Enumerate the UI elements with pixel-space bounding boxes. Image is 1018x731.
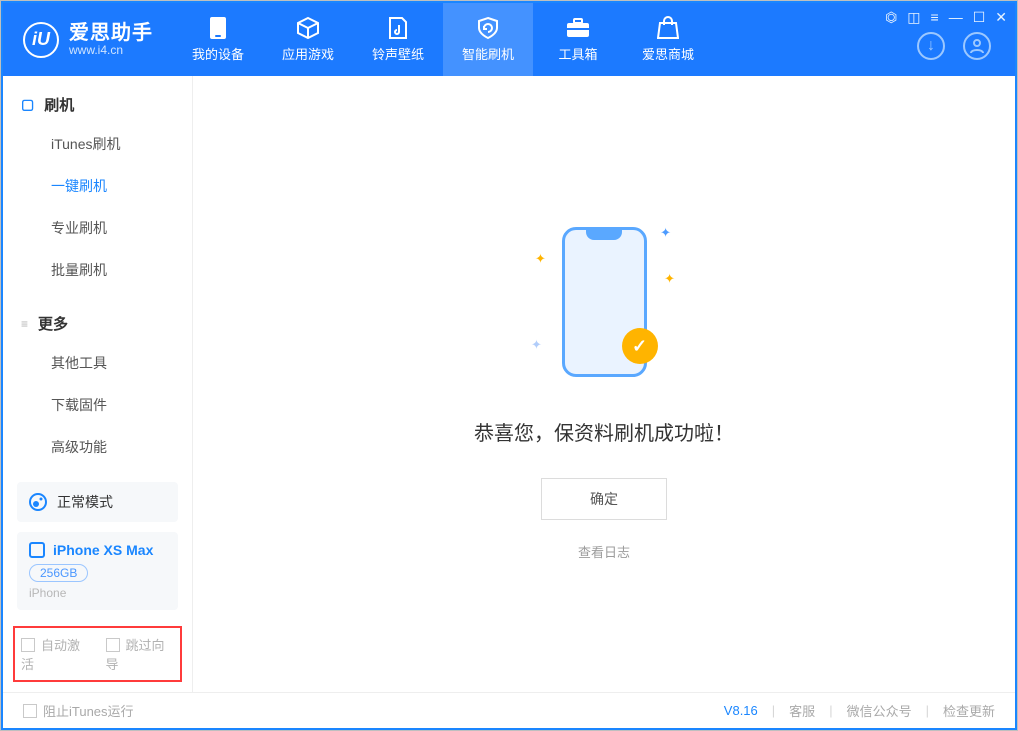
nav-ringtone-wallpaper[interactable]: 铃声壁纸: [353, 3, 443, 76]
lock-icon[interactable]: ◫: [907, 9, 920, 26]
success-message: 恭喜您，保资料刷机成功啦！: [474, 417, 734, 446]
logo-area: iU 爱思助手 www.i4.cn: [3, 22, 173, 58]
nav-label: 爱思商城: [642, 44, 694, 63]
device-type: iPhone: [29, 586, 166, 600]
version-label: V8.16: [724, 703, 758, 718]
sidebar-item-advanced[interactable]: 高级功能: [3, 426, 192, 468]
sidebar-item-oneclick-flash[interactable]: 一键刷机: [3, 165, 192, 207]
checkbox-icon: [23, 704, 37, 718]
mode-label: 正常模式: [57, 492, 113, 512]
check-update-link[interactable]: 检查更新: [943, 701, 995, 720]
sidebar-item-other-tools[interactable]: 其他工具: [3, 342, 192, 384]
status-bar: 阻止iTunes运行 V8.16 | 客服 | 微信公众号 | 检查更新: [3, 692, 1015, 728]
nav-apps-games[interactable]: 应用游戏: [263, 3, 353, 76]
menu-icon[interactable]: ≡: [931, 9, 939, 26]
phone-icon: [29, 542, 45, 558]
device-card[interactable]: iPhone XS Max 256GB iPhone: [17, 532, 178, 610]
checkmark-badge-icon: ✓: [622, 328, 658, 364]
sidebar-item-pro-flash[interactable]: 专业刷机: [3, 207, 192, 249]
cube-icon: [295, 16, 321, 40]
phone-illustration: ✦ ✦ ✦ ✦ ✓: [529, 207, 679, 397]
mode-card[interactable]: 正常模式: [17, 482, 178, 522]
device-name: iPhone XS Max: [53, 542, 153, 558]
nav-label: 工具箱: [558, 44, 597, 63]
sidebar-item-itunes-flash[interactable]: iTunes刷机: [3, 123, 192, 165]
nav-store[interactable]: 爱思商城: [623, 3, 713, 76]
separator: |: [772, 703, 775, 718]
maximize-icon[interactable]: ☐: [973, 9, 986, 26]
main-content: ✦ ✦ ✦ ✦ ✓ 恭喜您，保资料刷机成功啦！ 确定 查看日志: [193, 76, 1015, 692]
checkbox-icon: [21, 638, 35, 652]
nav-my-device[interactable]: 我的设备: [173, 3, 263, 76]
sidebar-item-download-firmware[interactable]: 下载固件: [3, 384, 192, 426]
support-link[interactable]: 客服: [789, 701, 815, 720]
header-right-icons: ↓: [917, 32, 991, 60]
list-icon: ≡: [21, 317, 28, 331]
nav-label: 智能刷机: [462, 44, 514, 63]
storage-badge: 256GB: [29, 564, 88, 582]
section-title: 更多: [38, 313, 68, 334]
nav-toolbox[interactable]: 工具箱: [533, 3, 623, 76]
minimize-icon[interactable]: —: [949, 9, 963, 26]
user-icon[interactable]: [963, 32, 991, 60]
section-title: 刷机: [44, 94, 74, 115]
nav-smart-flash[interactable]: 智能刷机: [443, 3, 533, 76]
sparkle-icon: ✦: [664, 271, 675, 287]
checkbox-auto-activate[interactable]: 自动激活: [21, 635, 90, 673]
nav-label: 我的设备: [192, 44, 244, 63]
mode-status-icon: [29, 493, 47, 511]
app-title: 爱思助手: [69, 22, 153, 44]
app-domain: www.i4.cn: [69, 44, 153, 57]
separator: |: [926, 703, 929, 718]
view-log-link[interactable]: 查看日志: [578, 542, 630, 561]
close-icon[interactable]: ✕: [995, 9, 1007, 26]
checkbox-skip-guide[interactable]: 跳过向导: [106, 635, 175, 673]
sidebar-section-flash: ▢ 刷机: [3, 94, 192, 123]
app-logo-icon: iU: [23, 22, 59, 58]
shopping-bag-icon: [655, 16, 681, 40]
nav-label: 铃声壁纸: [372, 44, 424, 63]
toolbox-icon: [565, 16, 591, 40]
music-file-icon: [385, 16, 411, 40]
refresh-shield-icon: [475, 16, 501, 40]
download-icon[interactable]: ↓: [917, 32, 945, 60]
nav-label: 应用游戏: [282, 44, 334, 63]
shirt-icon[interactable]: ⏣: [885, 9, 897, 26]
title-bar: iU 爱思助手 www.i4.cn 我的设备 应用游戏 铃声壁纸 智能刷机: [3, 3, 1015, 76]
checkbox-icon: [106, 638, 120, 652]
sidebar-item-batch-flash[interactable]: 批量刷机: [3, 249, 192, 291]
sparkle-icon: ✦: [660, 225, 671, 241]
sparkle-icon: ✦: [531, 337, 542, 353]
wechat-link[interactable]: 微信公众号: [847, 701, 912, 720]
phone-outline-icon: ▢: [21, 96, 34, 113]
top-nav: 我的设备 应用游戏 铃声壁纸 智能刷机 工具箱 爱思商城: [173, 3, 713, 76]
sparkle-icon: ✦: [535, 251, 546, 267]
phone-body-icon: ✓: [562, 227, 647, 377]
sidebar: ▢ 刷机 iTunes刷机 一键刷机 专业刷机 批量刷机 ≡ 更多 其他工具 下…: [3, 76, 193, 692]
highlighted-checkbox-row: 自动激活 跳过向导: [13, 626, 182, 682]
ok-button[interactable]: 确定: [541, 478, 667, 520]
checkbox-block-itunes[interactable]: 阻止iTunes运行: [23, 701, 134, 720]
window-controls: ⏣ ◫ ≡ — ☐ ✕: [885, 9, 1007, 26]
device-icon: [205, 16, 231, 40]
sidebar-section-more: ≡ 更多: [3, 313, 192, 342]
separator: |: [829, 703, 832, 718]
